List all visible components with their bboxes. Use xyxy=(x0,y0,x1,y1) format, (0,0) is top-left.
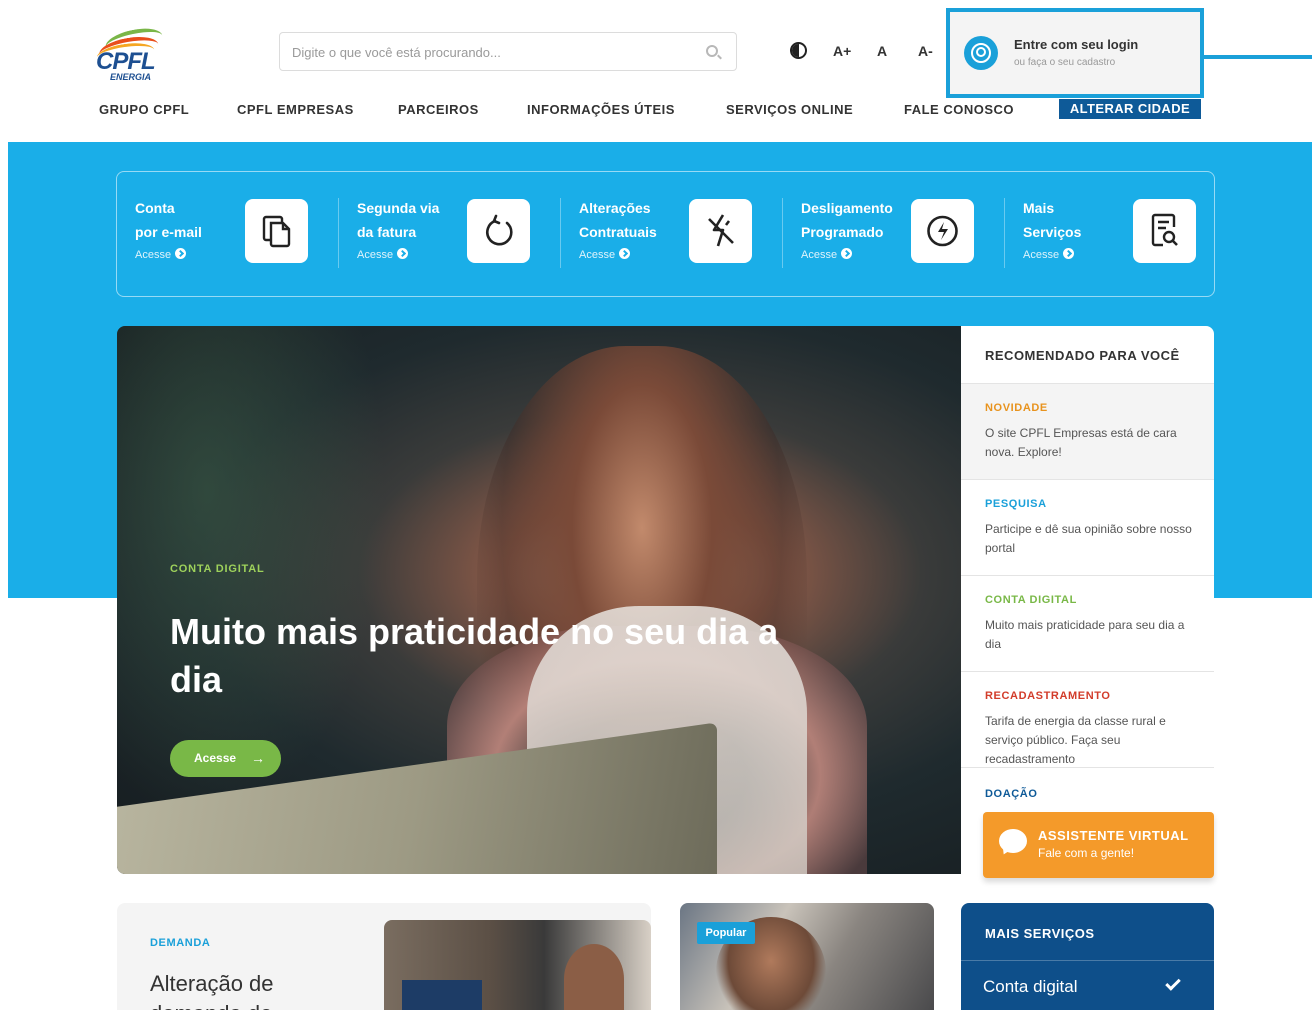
card-category: DEMANDA xyxy=(150,937,211,949)
font-normal-button[interactable]: A xyxy=(877,40,887,62)
nav-cpfl-empresas[interactable]: CPFL EMPRESAS xyxy=(237,100,354,120)
nav-servicos-online[interactable]: SERVIÇOS ONLINE xyxy=(726,100,853,120)
quick-link-mais-servicos[interactable]: Mais Serviços Acesse xyxy=(1005,172,1227,296)
quick-link-cta[interactable]: Acesse xyxy=(1023,248,1075,261)
mais-servicos-card: MAIS SERVIÇOS Conta digital xyxy=(961,903,1214,1010)
quick-link-desligamento[interactable]: Desligamento Programado Acesse xyxy=(783,172,1005,296)
assistant-title: ASSISTENTE VIRTUAL xyxy=(1038,828,1189,843)
register-link[interactable]: ou faça o seu cadastro xyxy=(1014,57,1115,68)
arrow-circle-icon xyxy=(1063,248,1075,259)
virtual-assistant-button[interactable]: ASSISTENTE VIRTUAL Fale com a gente! xyxy=(983,812,1214,878)
hero-headline: Muito mais praticidade no seu dia a dia xyxy=(170,611,779,700)
recommended-item-recadastramento[interactable]: RECADASTRAMENTO Tarifa de energia da cla… xyxy=(961,671,1214,767)
user-avatar-icon xyxy=(964,36,998,70)
contrast-toggle-icon[interactable] xyxy=(790,42,807,59)
office-image xyxy=(384,920,651,1010)
login-title[interactable]: Entre com seu login xyxy=(1014,37,1138,52)
recommended-text: Tarifa de energia da classe rural e serv… xyxy=(985,714,1166,766)
search-icon[interactable] xyxy=(706,45,718,57)
recommended-title: RECOMENDADO PARA VOCÊ xyxy=(985,348,1180,363)
arrow-right-icon: → xyxy=(251,750,265,766)
nav-parceiros[interactable]: PARCEIROS xyxy=(398,100,479,120)
recommended-item-conta-digital[interactable]: CONTA DIGITAL Muito mais praticidade par… xyxy=(961,575,1214,671)
recommended-category: PESQUISA xyxy=(985,498,1047,510)
quick-link-segunda-via[interactable]: Segunda via da fatura Acesse xyxy=(339,172,561,296)
logo-sub-text: ENERGIA xyxy=(110,72,152,82)
alterar-cidade-button[interactable]: ALTERAR CIDADE xyxy=(1059,99,1201,119)
cpfl-logo[interactable]: CPFL ENERGIA xyxy=(94,24,170,84)
hero-button-label: Acesse xyxy=(194,751,237,765)
font-decrease-button[interactable]: A- xyxy=(918,40,933,62)
recommended-category: RECADASTRAMENTO xyxy=(985,690,1111,702)
nav-informacoes-uteis[interactable]: INFORMAÇÕES ÚTEIS xyxy=(527,100,675,120)
arrow-circle-icon xyxy=(397,248,409,259)
search-input[interactable] xyxy=(292,42,692,62)
quick-link-cta[interactable]: Acesse xyxy=(135,248,187,261)
quick-link-alteracoes[interactable]: Alterações Contratuais Acesse xyxy=(561,172,783,296)
search-box[interactable] xyxy=(279,32,737,71)
nav-grupo-cpfl[interactable]: GRUPO CPFL xyxy=(99,100,189,120)
servico-item-conta-digital[interactable]: Conta digital xyxy=(961,960,1214,1010)
checkmark-icon xyxy=(1165,975,1181,991)
quick-link-cta[interactable]: Acesse xyxy=(357,248,409,261)
quick-link-cta[interactable]: Acesse xyxy=(801,248,853,261)
quick-links-bar: Conta por e-mail Acesse Segunda via da fat… xyxy=(116,171,1215,297)
quick-link-cta[interactable]: Acesse xyxy=(579,248,631,261)
login-highlight-line xyxy=(1204,55,1312,59)
arrow-circle-icon xyxy=(841,248,853,259)
lightning-icon[interactable] xyxy=(911,199,974,263)
servico-label: Conta digital xyxy=(983,977,1078,996)
nav-fale-conosco[interactable]: FALE CONOSCO xyxy=(904,100,1014,120)
recommended-text: Muito mais praticidade para seu dia a di… xyxy=(985,618,1185,651)
arrow-circle-icon xyxy=(619,248,631,259)
refresh-icon[interactable] xyxy=(467,199,530,263)
documents-icon[interactable] xyxy=(245,199,308,263)
login-panel[interactable]: Entre com seu login ou faça o seu cadast… xyxy=(946,8,1204,98)
recommended-item-novidade[interactable]: NOVIDADE O site CPFL Empresas está de ca… xyxy=(961,383,1214,479)
demanda-card[interactable]: DEMANDA Alteração de demanda de xyxy=(117,903,651,1010)
recommended-text: O site CPFL Empresas está de cara nova. … xyxy=(985,426,1177,459)
quick-link-conta-email[interactable]: Conta por e-mail Acesse xyxy=(117,172,339,296)
font-increase-button[interactable]: A+ xyxy=(833,40,851,62)
card-title: Alteração de demanda de xyxy=(150,971,274,1010)
popular-card[interactable]: Popular xyxy=(680,903,934,1010)
recommended-panel: RECOMENDADO PARA VOCÊ NOVIDADE O site CP… xyxy=(961,326,1214,874)
hero-acesse-button[interactable]: Acesse → xyxy=(170,740,281,777)
mais-servicos-title: MAIS SERVIÇOS xyxy=(985,926,1095,941)
arrow-circle-icon xyxy=(175,248,187,259)
recommended-category: NOVIDADE xyxy=(985,402,1048,414)
recommended-text: Participe e dê sua opinião sobre nosso p… xyxy=(985,522,1192,555)
document-search-icon[interactable] xyxy=(1133,199,1196,263)
chat-bubble-icon xyxy=(999,829,1027,853)
hero-tag: CONTA DIGITAL xyxy=(170,563,265,575)
no-power-icon[interactable] xyxy=(689,199,752,263)
hero-banner[interactable]: CONTA DIGITAL Muito mais praticidade no … xyxy=(117,326,961,874)
popular-badge: Popular xyxy=(697,922,755,944)
recommended-category: CONTA DIGITAL xyxy=(985,594,1077,606)
recommended-item-pesquisa[interactable]: PESQUISA Participe e dê sua opinião sobr… xyxy=(961,479,1214,575)
recommended-category: DOAÇÃO xyxy=(985,788,1038,800)
assistant-subtitle: Fale com a gente! xyxy=(1038,846,1135,860)
